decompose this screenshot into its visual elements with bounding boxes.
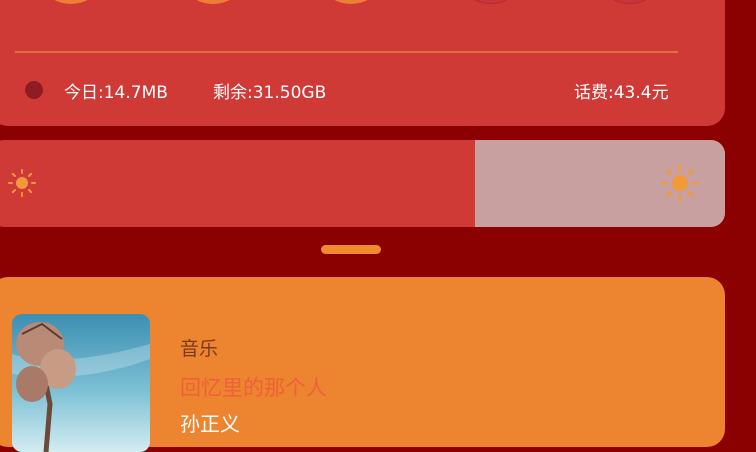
music-player-card[interactable]: 音乐 回忆里的那个人 孙正义 (0, 277, 725, 452)
remaining-data: 剩余:31.50GB (213, 83, 327, 103)
today-usage: 今日:14.7MB (64, 83, 168, 103)
data-indicator-icon (25, 81, 43, 99)
quick-toggle-3[interactable] (315, 0, 387, 4)
song-title: 回忆里的那个人 (180, 376, 327, 400)
music-app-label: 音乐 (180, 338, 219, 360)
quick-toggle-5[interactable] (594, 0, 666, 4)
quick-toggle-4[interactable] (455, 0, 527, 4)
song-artist: 孙正义 (180, 412, 240, 436)
brightness-slider[interactable] (0, 140, 725, 227)
divider (15, 51, 678, 53)
sun-small-icon (8, 169, 36, 197)
phone-balance: 话费:43.4元 (574, 83, 669, 103)
album-art[interactable] (12, 314, 150, 452)
panel-drag-handle[interactable] (321, 245, 381, 254)
quick-toggle-2[interactable] (177, 0, 249, 4)
quick-toggle-1[interactable] (35, 0, 107, 4)
sun-large-icon (661, 164, 699, 202)
data-usage-card: 今日:14.7MB 剩余:31.50GB 话费:43.4元 (0, 0, 725, 126)
